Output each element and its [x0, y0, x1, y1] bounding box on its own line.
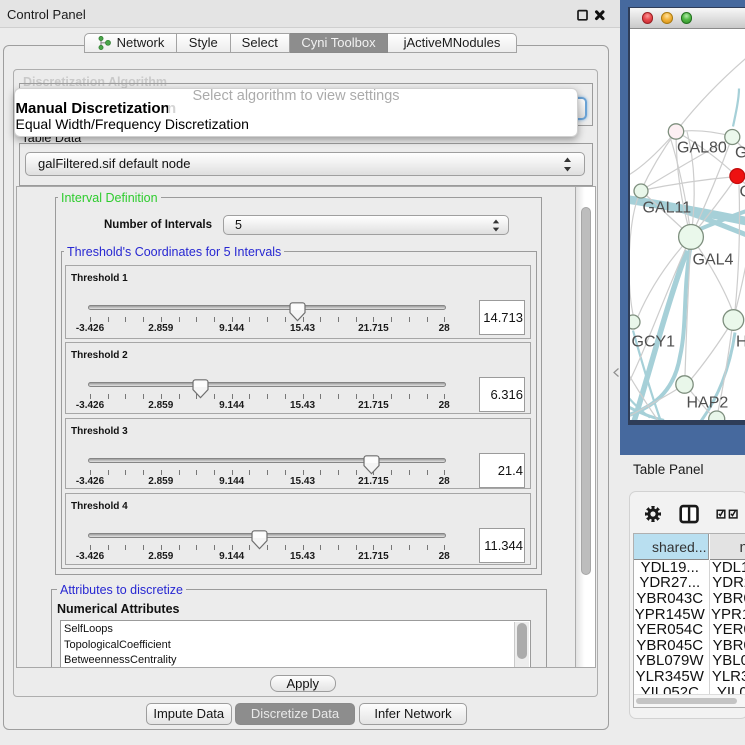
svg-text:GAL11: GAL11 [643, 199, 692, 216]
svg-text:GAL2: GAL2 [735, 144, 745, 161]
svg-text:CYC: CYC [740, 183, 745, 200]
svg-text:GAL80: GAL80 [677, 139, 727, 156]
svg-text:HAP2: HAP2 [687, 394, 729, 411]
svg-text:GAL4: GAL4 [693, 251, 734, 268]
svg-text:GCY1: GCY1 [632, 333, 676, 350]
svg-text:HIS4: HIS4 [736, 333, 745, 350]
